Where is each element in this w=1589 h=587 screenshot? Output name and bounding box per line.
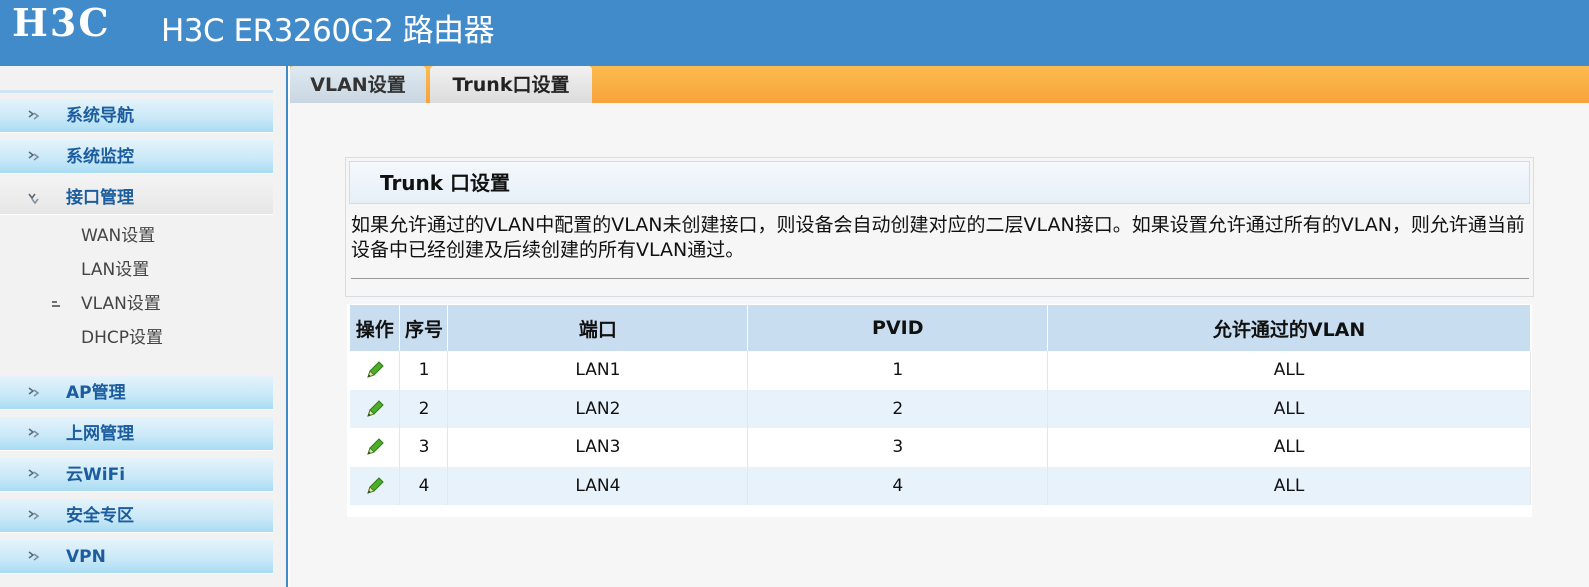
action-cell <box>350 351 401 390</box>
menu-item-label: 云WiFi <box>66 465 126 485</box>
top-header: H3C H3C ER3260G2 路由器 <box>0 0 1589 66</box>
menu-item-vpn[interactable]: VPN <box>0 540 273 574</box>
app-title: H3C ER3260G2 路由器 <box>161 13 495 49</box>
menu-item-interface-management[interactable]: 接口管理 <box>0 181 273 215</box>
collapse-arrow-icon <box>28 193 39 205</box>
expand-arrow-icon <box>28 469 40 479</box>
allowed-vlan-cell: ALL <box>1047 466 1531 505</box>
expand-arrow-icon <box>28 551 40 561</box>
port-cell: LAN4 <box>447 466 749 505</box>
expand-arrow-icon <box>28 110 40 120</box>
main-content: Trunk 口设置 如果允许通过的VLAN中配置的VLAN未创建接口，则设备会自… <box>290 103 1589 587</box>
info-title-bar: Trunk 口设置 <box>349 161 1530 204</box>
pvid-cell: 2 <box>747 389 1049 428</box>
trunk-table-container: 操作 序号 端口 PVID 允许通过的VLAN 1 LAN1 1 ALL 2 L… <box>347 304 1532 517</box>
action-cell <box>350 389 401 428</box>
pvid-cell: 1 <box>747 351 1049 390</box>
menu-item-label: VPN <box>66 547 106 567</box>
index-cell: 2 <box>399 389 449 428</box>
action-cell <box>350 466 401 505</box>
table-header-row: 操作 序号 端口 PVID 允许通过的VLAN <box>350 305 1531 351</box>
port-cell: LAN1 <box>447 351 749 390</box>
edit-pencil-icon[interactable] <box>364 398 386 420</box>
menu-item-internet-management[interactable]: 上网管理 <box>0 417 273 451</box>
menu-item-system-navigation[interactable]: 系统导航 <box>0 99 273 133</box>
sidebar: 系统导航 系统监控 接口管理 WAN设置 LAN设置 VLAN设置 DHCP设置… <box>0 66 288 587</box>
allowed-vlan-cell: ALL <box>1047 428 1531 467</box>
info-panel: Trunk 口设置 如果允许通过的VLAN中配置的VLAN未创建接口，则设备会自… <box>345 157 1534 297</box>
edit-pencil-icon[interactable] <box>364 436 386 458</box>
index-cell: 4 <box>399 466 449 505</box>
port-cell: LAN3 <box>447 428 749 467</box>
menu-item-security[interactable]: 安全专区 <box>0 499 273 533</box>
table-row: 3 LAN3 3 ALL <box>350 428 1531 467</box>
sidebar-top-divider <box>0 90 273 93</box>
tab-vlan-settings[interactable]: VLAN设置 <box>290 66 426 103</box>
h3c-logo-mark: H3C <box>12 6 111 40</box>
expand-arrow-icon <box>28 510 40 520</box>
svg-text:H3C: H3C <box>12 6 111 40</box>
active-bullet-icon <box>52 301 60 307</box>
trunk-port-table: 操作 序号 端口 PVID 允许通过的VLAN 1 LAN1 1 ALL 2 L… <box>350 305 1531 505</box>
submenu-item-lan[interactable]: LAN设置 <box>81 259 149 281</box>
menu-item-label: 系统监控 <box>66 147 134 167</box>
allowed-vlan-cell: ALL <box>1047 351 1531 390</box>
index-cell: 1 <box>399 351 449 390</box>
menu-item-label: 系统导航 <box>66 106 134 126</box>
edit-pencil-icon[interactable] <box>364 359 386 381</box>
submenu-item-vlan[interactable]: VLAN设置 <box>81 293 161 315</box>
section-title: Trunk 口设置 <box>380 171 511 195</box>
h3c-logo: H3C <box>12 6 132 40</box>
menu-item-system-monitor[interactable]: 系统监控 <box>0 140 273 174</box>
menu-item-label: 上网管理 <box>66 424 134 444</box>
index-cell: 3 <box>399 428 449 467</box>
info-description: 如果允许通过的VLAN中配置的VLAN未创建接口，则设备会自动创建对应的二层VL… <box>351 214 1525 261</box>
menu-item-ap-management[interactable]: AP管理 <box>0 376 273 410</box>
menu-item-label: AP管理 <box>66 383 126 403</box>
expand-arrow-icon <box>28 428 40 438</box>
info-divider <box>351 278 1529 279</box>
pvid-cell: 3 <box>747 428 1049 467</box>
action-cell <box>350 428 401 467</box>
column-header-action: 操作 <box>350 305 401 351</box>
menu-item-cloud-wifi[interactable]: 云WiFi <box>0 458 273 492</box>
submenu-item-dhcp[interactable]: DHCP设置 <box>81 327 163 349</box>
table-row: 1 LAN1 1 ALL <box>350 351 1531 390</box>
column-header-port: 端口 <box>447 305 749 351</box>
expand-arrow-icon <box>28 151 40 161</box>
menu-item-label: 接口管理 <box>66 188 134 208</box>
edit-pencil-icon[interactable] <box>364 475 386 497</box>
column-header-allowed-vlan: 允许通过的VLAN <box>1047 305 1531 351</box>
submenu-item-wan[interactable]: WAN设置 <box>81 225 155 247</box>
tab-trunk-settings[interactable]: Trunk口设置 <box>430 66 592 103</box>
table-row: 2 LAN2 2 ALL <box>350 389 1531 428</box>
expand-arrow-icon <box>28 387 40 397</box>
menu-item-label: 安全专区 <box>66 506 134 526</box>
port-cell: LAN2 <box>447 389 749 428</box>
allowed-vlan-cell: ALL <box>1047 389 1531 428</box>
pvid-cell: 4 <box>747 466 1049 505</box>
column-header-pvid: PVID <box>747 305 1049 351</box>
table-row: 4 LAN4 4 ALL <box>350 466 1531 505</box>
column-header-index: 序号 <box>399 305 449 351</box>
tab-bar: VLAN设置 Trunk口设置 <box>290 66 1589 103</box>
